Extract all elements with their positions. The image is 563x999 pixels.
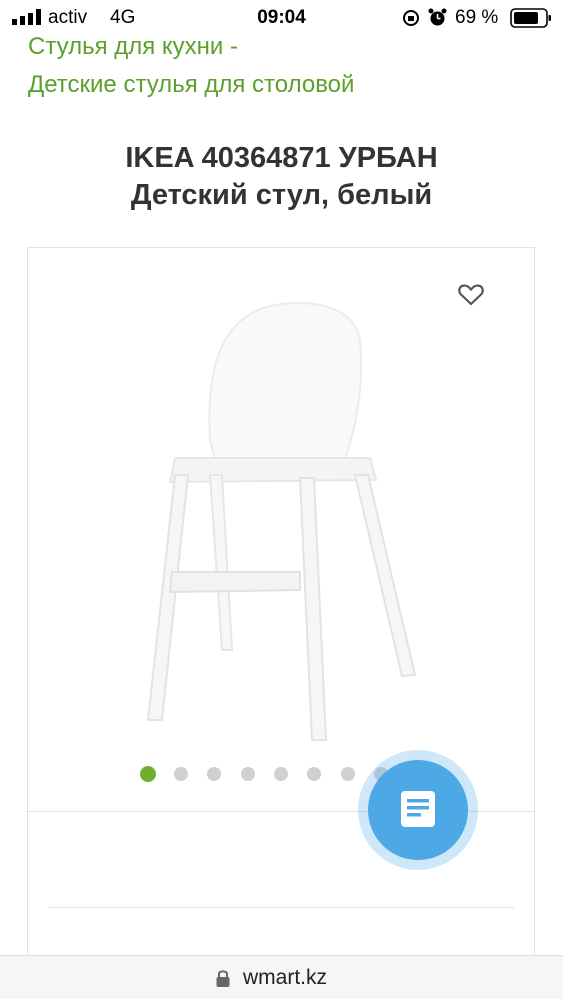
gallery-dot-7[interactable] (341, 767, 355, 781)
product-image-chair[interactable] (140, 300, 425, 750)
product-title-line1: IKEA 40364871 УРБАН (125, 142, 438, 174)
product-title-line2: Детский стул, белый (130, 179, 433, 211)
section-divider (48, 907, 514, 908)
breadcrumb-parent-link[interactable]: Стулья для кухни - (28, 28, 354, 66)
breadcrumb-category-link[interactable]: Детские стулья для столовой (28, 66, 354, 104)
breadcrumb[interactable]: Стулья для кухни - Детские стулья для ст… (28, 28, 354, 104)
gallery-dot-4[interactable] (241, 767, 255, 781)
battery-icon (510, 8, 551, 28)
gallery-dot-1[interactable] (140, 766, 156, 782)
lock-icon (216, 970, 230, 987)
url-text[interactable]: wmart.kz (243, 966, 327, 990)
gallery-dot-6[interactable] (307, 767, 321, 781)
floating-action-button[interactable] (368, 760, 468, 860)
product-title: IKEA 40364871 УРБАН Детский стул, белый (0, 140, 563, 214)
rotation-lock-icon (403, 10, 419, 26)
battery-percent: 69 % (455, 7, 499, 28)
gallery-dot-2[interactable] (174, 767, 188, 781)
heart-icon[interactable] (458, 284, 484, 306)
browser-address-bar[interactable]: wmart.kz (0, 955, 563, 999)
document-icon (401, 791, 435, 827)
gallery-dot-3[interactable] (207, 767, 221, 781)
alarm-icon (428, 8, 447, 26)
gallery-dot-5[interactable] (274, 767, 288, 781)
